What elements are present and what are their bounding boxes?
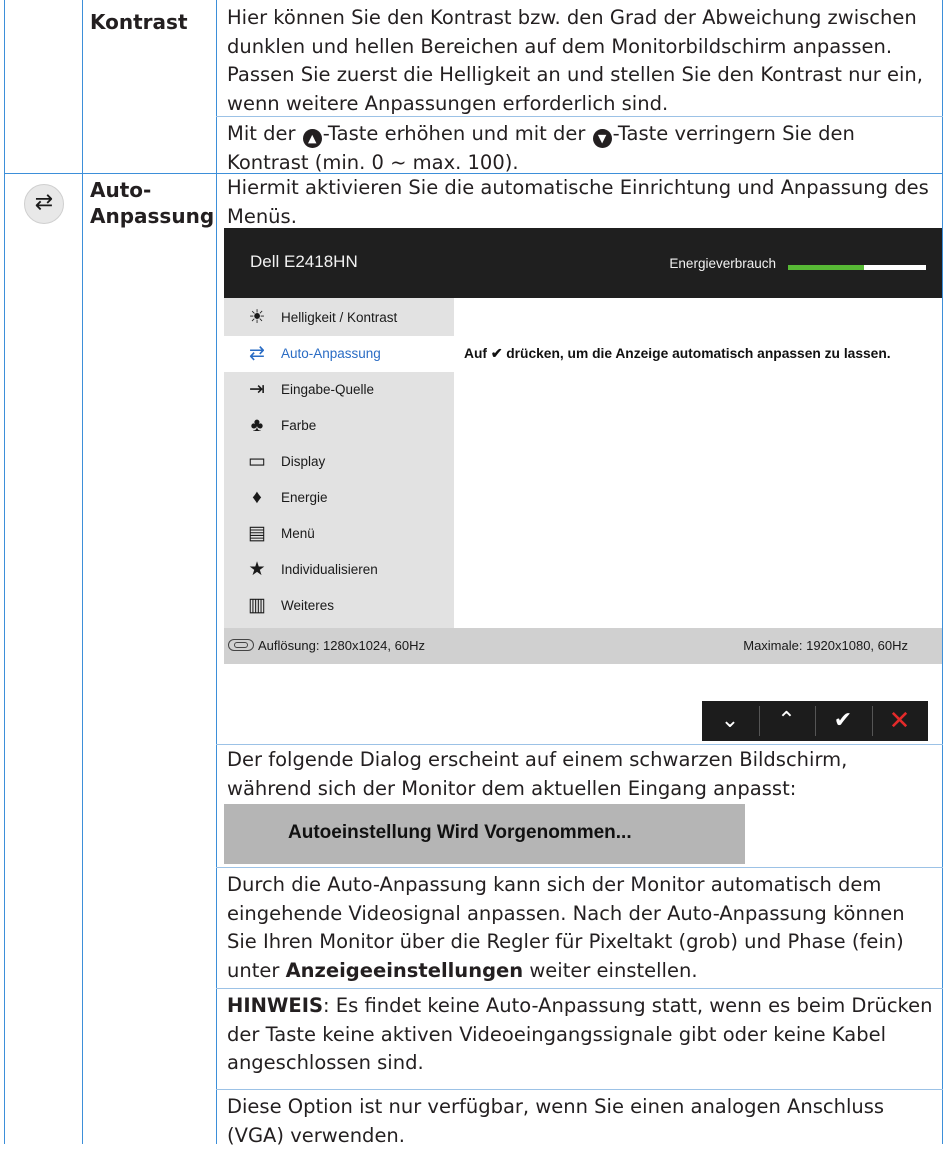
osd-menu-item-label: Farbe [281, 418, 317, 433]
para-bold-term: Anzeigeeinstellungen [285, 958, 524, 982]
osd-menu-item-label: Individualisieren [281, 562, 378, 577]
display-icon: ▭ [248, 451, 266, 472]
label-line-1: Auto- [90, 178, 152, 202]
osd-menu-item[interactable]: ⇄ Auto-Anpassung [224, 336, 454, 372]
energy-icon: ♦ [252, 487, 262, 508]
osd-menu-item[interactable]: ▭ Display [224, 444, 454, 480]
osd-menu-item[interactable]: ☀ Helligkeit / Kontrast [224, 300, 454, 336]
close-icon[interactable]: ✕ [872, 701, 928, 741]
check-icon: ✔ [490, 346, 503, 361]
osd-menu-item-label: Eingabe-Quelle [281, 382, 375, 397]
table-border-col1 [82, 0, 83, 1144]
sentence-prefix: Mit der [227, 122, 302, 145]
osd-menu-item-label: Helligkeit / Kontrast [281, 310, 398, 325]
dialog-description: Der folgende Dialog erscheint auf einem … [227, 748, 848, 800]
osd-menu-item-label: Menü [281, 526, 315, 541]
osd-energy-label: Energieverbrauch [669, 256, 776, 271]
label-line-2: Anpassung [90, 204, 215, 228]
osd-model-title: Dell E2418HN [250, 252, 358, 271]
star-icon: ★ [248, 559, 266, 580]
button-separator [758, 706, 760, 736]
note-text: : Es findet keine Auto-Anpassung statt, … [227, 994, 933, 1074]
osd-menu-item[interactable]: ♣ Farbe [224, 408, 454, 444]
table-border-right [942, 0, 943, 1144]
table-para-divider [216, 867, 943, 868]
button-separator [815, 706, 816, 736]
auto-intro: Hiermit aktivieren Sie die automatische … [227, 176, 929, 228]
autoset-dialog: Autoeinstellung Wird Vorgenommen... [224, 804, 745, 864]
auto-adjust-icon: ⇄ [249, 343, 265, 364]
osd-message: Auf ✔ drücken, um die Anzeige automatisc… [464, 346, 891, 362]
osd-menu-item[interactable]: ★ Individualisieren [224, 552, 454, 588]
chevron-down-icon[interactable]: ⌄ [702, 701, 758, 741]
osd-menu-item[interactable]: ⇥ Eingabe-Quelle [224, 372, 454, 408]
energy-meter-fill [788, 265, 864, 270]
kontrast-description: Hier können Sie den Kontrast bzw. den Gr… [227, 4, 932, 118]
others-icon: ▥ [248, 595, 266, 616]
osd-button-bar: ⌄ ⌃ ✔ ✕ [702, 701, 928, 741]
osd-menu-list: ☀ Helligkeit / Kontrast ⇄ Auto-Anpassung ⇥ Ei… [224, 298, 454, 628]
down-button-icon: ▼ [592, 129, 612, 148]
vga-connector-icon [228, 639, 254, 651]
osd-resolution: Auflösung: 1280x1024, 60Hz [258, 638, 425, 653]
kontrast-buttons-sentence: Mit der ▲ -Taste erhöhen und mit der ▼ -Ta… [227, 120, 932, 177]
color-icon: ♣ [250, 415, 264, 436]
auto-adjust-icon: ⇄ [24, 184, 64, 224]
osd-content-panel: Auf ✔ drücken, um die Anzeige automatisc… [454, 298, 942, 628]
osd-menu-item[interactable]: ▥ Weiteres [224, 588, 454, 624]
osd-menu-item-label: Display [281, 454, 326, 469]
kontrast-paragraph: Hier können Sie den Kontrast bzw. den Gr… [227, 6, 923, 115]
input-source-icon: ⇥ [249, 379, 265, 400]
document-page: Kontrast Hier können Sie den Kontrast bz… [0, 0, 947, 1147]
osd-menu-screenshot: Dell E2418HN Energieverbrauch ☀ Helligkei… [224, 228, 942, 664]
energy-meter [788, 265, 926, 270]
row-label-auto-anpassung: Auto- Anpassung [90, 177, 214, 229]
up-button-icon: ▲ [302, 129, 322, 148]
osd-menu-item[interactable]: ▤ Menü [224, 516, 454, 552]
vga-note: Diese Option ist nur verfügbar, wenn Sie… [227, 1095, 885, 1147]
table-border-col2 [216, 0, 217, 1144]
osd-menu-item-label: Auto-Anpassung [281, 346, 381, 361]
menu-icon: ▤ [248, 523, 266, 544]
osd-message-pre: Auf [464, 346, 491, 361]
row-label-kontrast: Kontrast [90, 10, 188, 34]
osd-menu-item-label: Weiteres [281, 598, 335, 613]
para-end: weiter einstellen. [523, 958, 698, 982]
note-label: HINWEIS [227, 994, 324, 1017]
table-para-divider [216, 988, 943, 989]
chevron-up-icon[interactable]: ⌃ [759, 701, 815, 741]
osd-menu-item-label: Energie [281, 490, 328, 505]
sentence-mid: -Taste erhöhen und mit der [322, 122, 592, 145]
auto-adjust-paragraph: Durch die Auto-Anpassung kann sich der M… [227, 871, 937, 985]
table-para-divider [216, 1089, 943, 1090]
osd-max-resolution: Maximale: 1920x1080, 60Hz [743, 638, 908, 653]
button-separator [871, 706, 873, 736]
osd-message-post: drücken, um die Anzeige automatisch anpa… [502, 346, 891, 361]
note-paragraph: HINWEIS: Es findet keine Auto-Anpassung … [227, 992, 937, 1078]
autoset-dialog-text: Autoeinstellung Wird Vorgenommen... [288, 822, 632, 843]
osd-menu-item[interactable]: ♦ Energie [224, 480, 454, 516]
sun-icon: ☀ [248, 307, 266, 328]
check-icon[interactable]: ✔ [815, 701, 871, 741]
table-para-divider [216, 744, 943, 745]
osd-header: Dell E2418HN Energieverbrauch [224, 228, 942, 298]
table-border-left [4, 0, 5, 1144]
osd-footer: Auflösung: 1280x1024, 60Hz Maximale: 192… [224, 628, 942, 664]
